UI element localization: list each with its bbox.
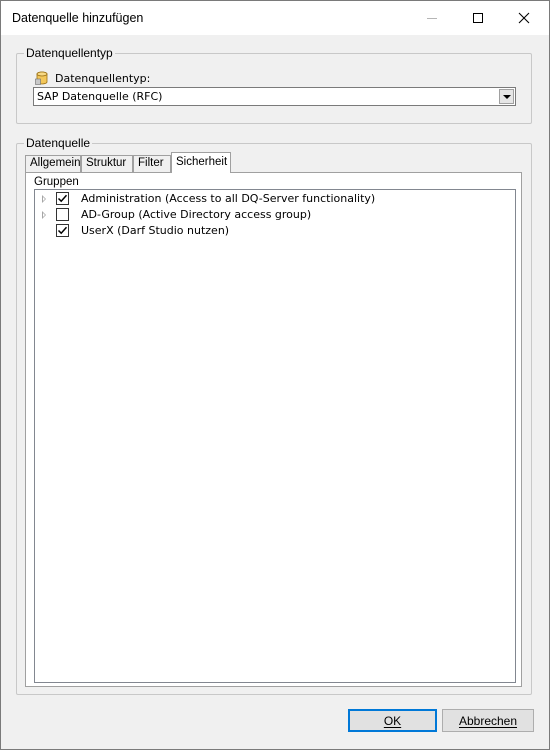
- minimize-button[interactable]: [409, 1, 455, 35]
- chevron-down-icon: [502, 94, 511, 99]
- cancel-button[interactable]: Abbrechen: [442, 709, 534, 732]
- datasource-group: Datenquelle Allgemein Struktur Filter Si…: [16, 136, 532, 695]
- maximize-icon: [473, 13, 483, 23]
- security-tab-panel: Gruppen Administration (Access to all DQ…: [25, 172, 522, 687]
- datasource-type-group: Datenquellentyp Datenquellentyp: SAP Dat…: [16, 46, 532, 124]
- tree-row-userx[interactable]: UserX (Darf Studio nutzen): [35, 223, 515, 239]
- ok-button-label: OK: [383, 713, 402, 728]
- tree-row-label: AD-Group (Active Directory access group): [81, 208, 312, 221]
- administration-checkbox[interactable]: [56, 192, 69, 205]
- groups-tree[interactable]: Administration (Access to all DQ-Server …: [34, 189, 516, 683]
- close-icon: [518, 12, 530, 24]
- tree-row-label: UserX (Darf Studio nutzen): [81, 224, 230, 237]
- tab-struktur[interactable]: Struktur: [81, 155, 133, 172]
- ok-button[interactable]: OK: [348, 709, 437, 732]
- maximize-button[interactable]: [455, 1, 501, 35]
- datasource-type-label-text: Datenquellentyp:: [55, 71, 151, 85]
- userx-checkbox[interactable]: [56, 224, 69, 237]
- datasource-type-value: SAP Datenquelle (RFC): [37, 90, 163, 103]
- dropdown-button[interactable]: [499, 89, 514, 104]
- expand-arrow-icon[interactable]: [42, 195, 46, 203]
- database-icon: [35, 71, 48, 85]
- datasource-type-select[interactable]: SAP Datenquelle (RFC): [33, 87, 516, 106]
- datasource-type-label: Datenquellentyp:: [35, 71, 150, 85]
- tree-row-label: Administration (Access to all DQ-Server …: [81, 192, 376, 205]
- ad-group-checkbox[interactable]: [56, 208, 69, 221]
- checkmark-icon: [57, 194, 68, 203]
- tab-filter[interactable]: Filter: [133, 155, 171, 172]
- close-button[interactable]: [501, 1, 547, 35]
- tree-row-ad-group[interactable]: AD-Group (Active Directory access group): [35, 207, 515, 223]
- cancel-button-label: Abbrechen: [458, 713, 518, 728]
- minimize-icon: [427, 17, 437, 19]
- tab-sicherheit[interactable]: Sicherheit: [171, 152, 231, 173]
- tree-row-administration[interactable]: Administration (Access to all DQ-Server …: [35, 191, 515, 207]
- dialog-window: Datenquelle hinzufügen Datenquellentyp D…: [0, 0, 550, 750]
- datasource-type-legend: Datenquellentyp: [24, 46, 115, 60]
- title-bar[interactable]: Datenquelle hinzufügen: [1, 1, 549, 35]
- datasource-legend: Datenquelle: [24, 136, 93, 150]
- expand-arrow-icon[interactable]: [42, 211, 46, 219]
- checkmark-icon: [57, 226, 68, 235]
- groups-legend: Gruppen: [33, 176, 80, 188]
- window-title: Datenquelle hinzufügen: [12, 11, 144, 25]
- tab-allgemein[interactable]: Allgemein: [25, 155, 81, 172]
